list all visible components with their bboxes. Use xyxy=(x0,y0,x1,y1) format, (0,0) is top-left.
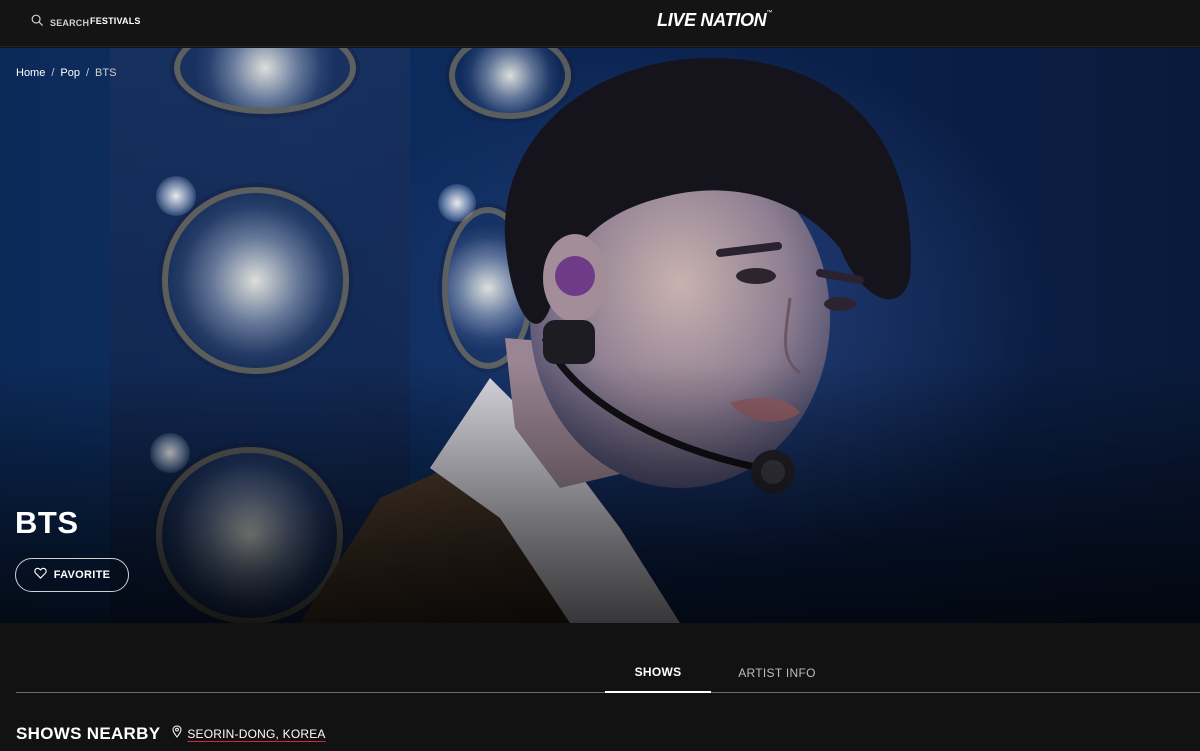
location-text: SEORIN-DONG, KOREA xyxy=(187,727,326,741)
map-pin-icon xyxy=(172,725,182,743)
breadcrumb-separator: / xyxy=(51,67,55,79)
search-icon xyxy=(31,14,50,32)
festivals-link[interactable]: FESTIVALS xyxy=(90,16,141,26)
breadcrumb-home[interactable]: Home xyxy=(16,67,45,79)
hero-gradient-overlay xyxy=(0,363,1200,623)
artist-name: BTS xyxy=(15,505,79,540)
heart-icon xyxy=(34,566,47,584)
favorite-button[interactable]: FAVORITE xyxy=(15,558,129,592)
search-button[interactable]: SEARCH xyxy=(31,14,89,32)
stage-light xyxy=(156,176,196,216)
artist-tabs: SHOWS ARTIST INFO xyxy=(16,652,1200,693)
tab-shows[interactable]: SHOWS xyxy=(605,652,711,693)
live-nation-logo[interactable]: LIVE NATION™ xyxy=(657,10,772,31)
breadcrumb-separator: / xyxy=(85,67,90,79)
artist-hero xyxy=(0,48,1200,623)
breadcrumb-current: BTS xyxy=(95,67,117,79)
logo-text: LIVE NATION xyxy=(657,10,767,30)
top-navigation: SEARCH FESTIVALS LIVE NATION™ xyxy=(0,0,1200,47)
location-selector[interactable]: SEORIN-DONG, KOREA xyxy=(172,725,325,743)
shows-nearby-heading: SHOWS NEARBY xyxy=(16,724,161,743)
search-label: SEARCH xyxy=(50,18,90,28)
breadcrumb: Home / Pop / BTS xyxy=(16,67,116,79)
tab-artist-info[interactable]: ARTIST INFO xyxy=(716,652,838,693)
shows-nearby-section: SHOWS NEARBY SEORIN-DONG, KOREA xyxy=(16,724,326,744)
favorite-label: FAVORITE xyxy=(53,569,111,581)
breadcrumb-pop[interactable]: Pop xyxy=(60,67,80,79)
